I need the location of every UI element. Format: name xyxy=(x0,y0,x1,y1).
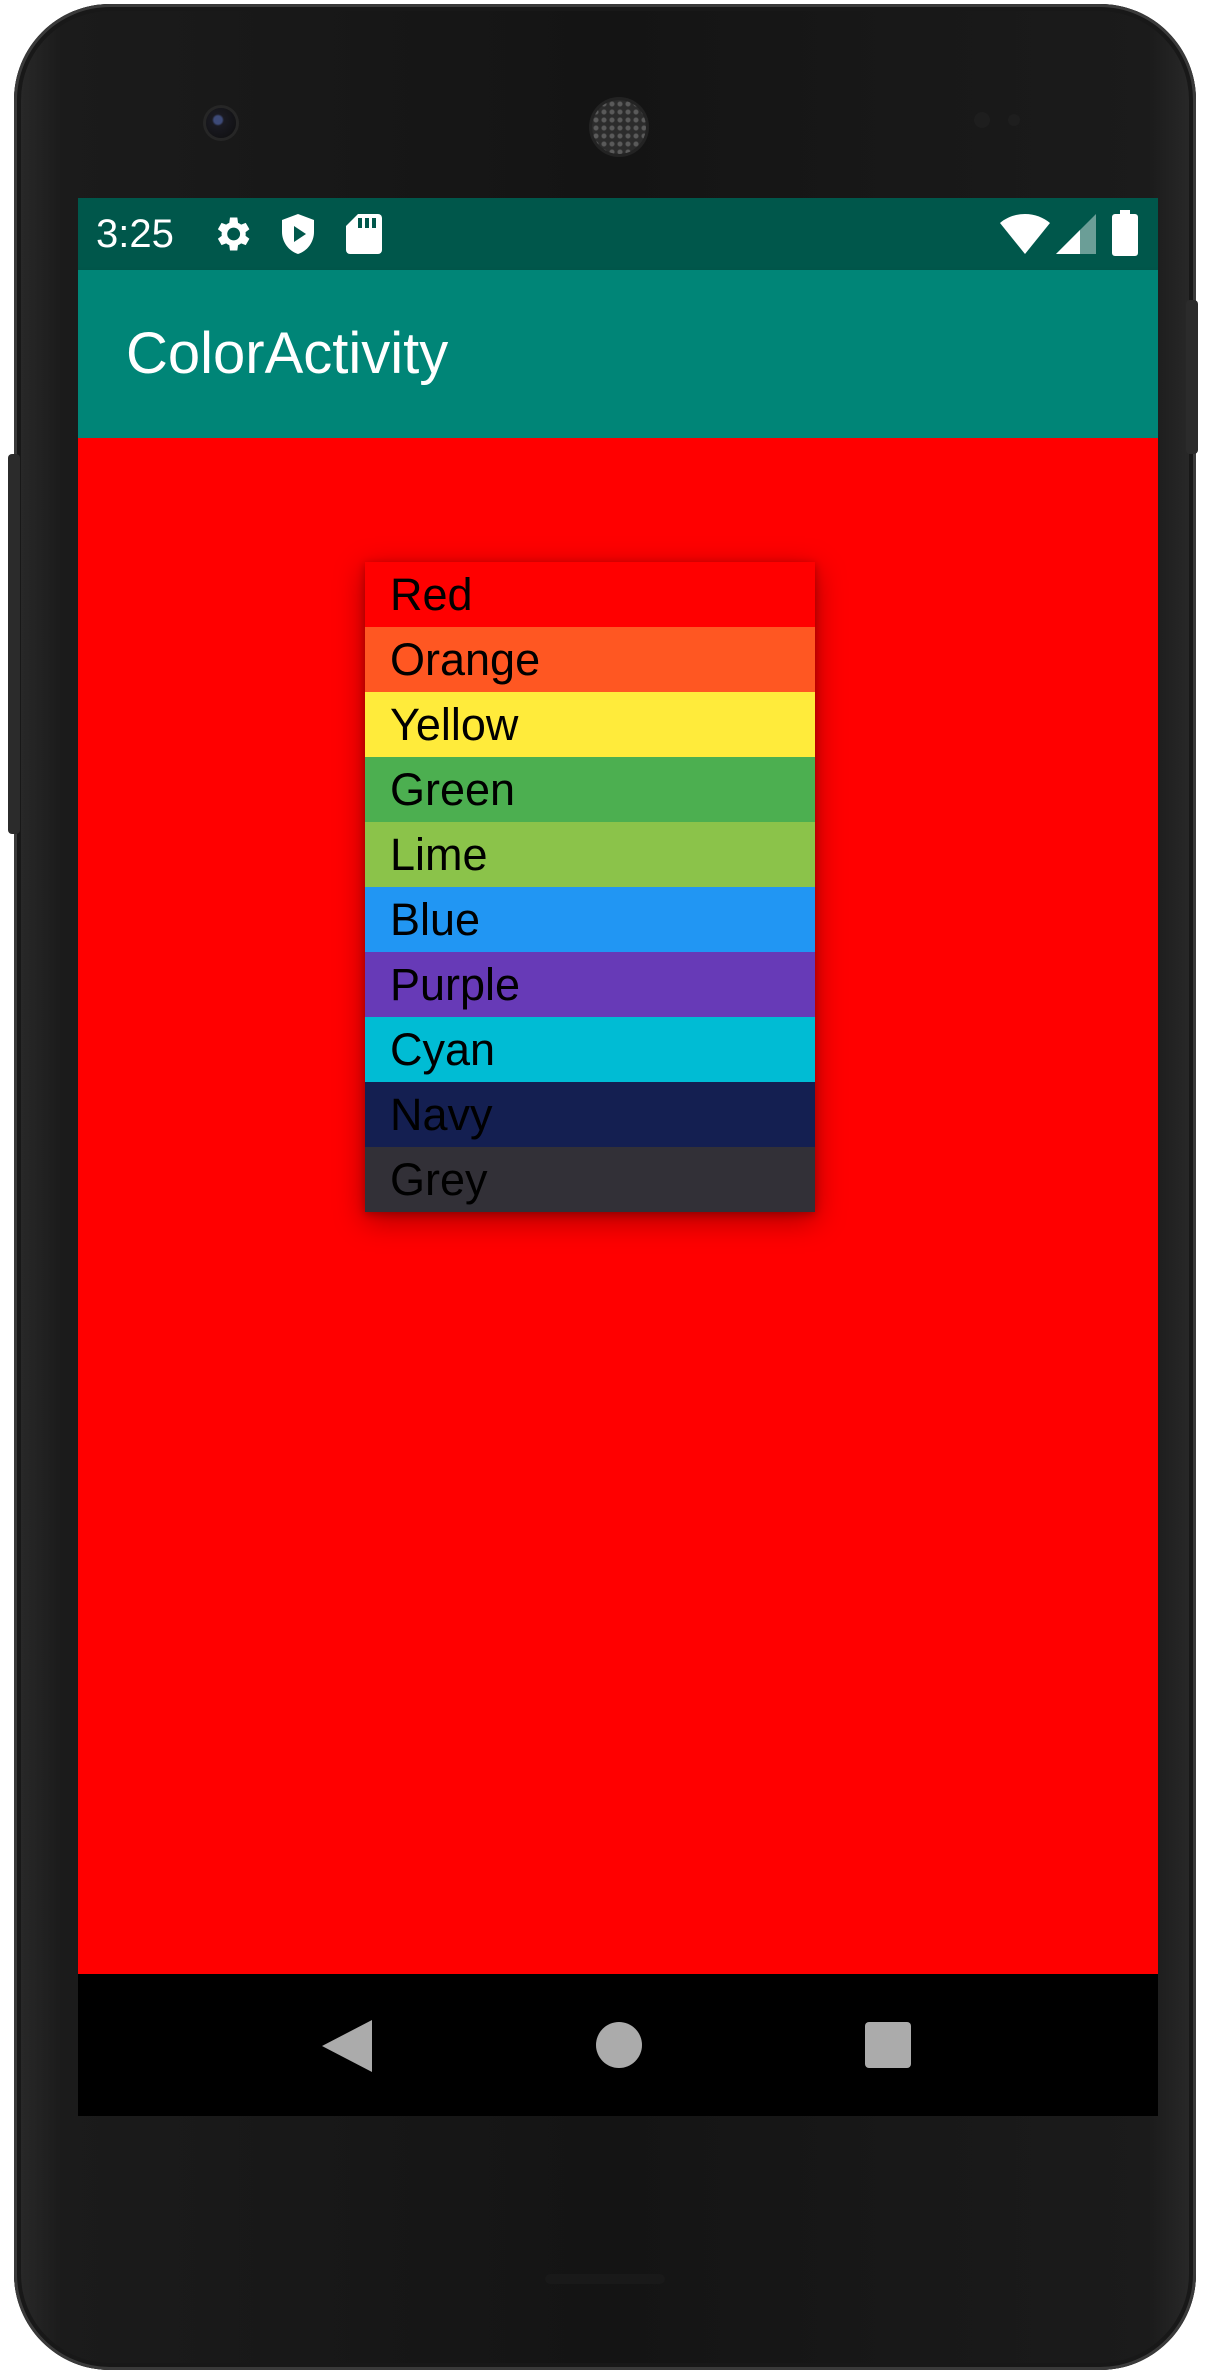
menu-item-orange[interactable]: Orange xyxy=(365,627,815,692)
power-button xyxy=(8,454,20,834)
app-bar: ColorActivity xyxy=(78,270,1158,438)
shield-play-icon xyxy=(278,212,318,261)
battery-icon xyxy=(1112,210,1138,261)
gear-icon xyxy=(210,212,254,261)
screen: 3:25 ColorActivity Red Orange Yellow Gre… xyxy=(78,198,1158,2116)
signal-icon xyxy=(1056,214,1096,259)
navigation-bar xyxy=(78,1974,1158,2116)
bottom-speaker xyxy=(545,2274,665,2284)
menu-item-green[interactable]: Green xyxy=(365,757,815,822)
menu-item-grey[interactable]: Grey xyxy=(365,1147,815,1212)
recents-icon[interactable] xyxy=(865,2022,911,2073)
status-bar: 3:25 xyxy=(78,198,1158,270)
light-sensor xyxy=(1008,114,1020,126)
device-frame: 3:25 ColorActivity Red Orange Yellow Gre… xyxy=(8,4,1198,2370)
sd-card-icon xyxy=(346,212,382,261)
menu-item-navy[interactable]: Navy xyxy=(365,1082,815,1147)
status-time: 3:25 xyxy=(96,212,174,256)
app-title: ColorActivity xyxy=(126,321,449,386)
proximity-sensor xyxy=(974,112,990,128)
color-popup-menu: Red Orange Yellow Green Lime Blue Purple Cyan Na… xyxy=(365,562,815,1212)
menu-item-lime[interactable]: Lime xyxy=(365,822,815,887)
content-area: Red Orange Yellow Green Lime Blue Purple Cyan Na… xyxy=(78,438,1158,1974)
front-camera xyxy=(206,108,236,138)
menu-item-purple[interactable]: Purple xyxy=(365,952,815,1017)
menu-item-red[interactable]: Red xyxy=(365,562,815,627)
earpiece-speaker xyxy=(592,100,646,154)
volume-button xyxy=(1186,300,1198,454)
home-icon[interactable] xyxy=(596,2022,642,2073)
menu-item-cyan[interactable]: Cyan xyxy=(365,1017,815,1082)
menu-item-yellow[interactable]: Yellow xyxy=(365,692,815,757)
back-icon[interactable] xyxy=(322,2020,372,2077)
wifi-icon xyxy=(1000,214,1050,259)
menu-item-blue[interactable]: Blue xyxy=(365,887,815,952)
